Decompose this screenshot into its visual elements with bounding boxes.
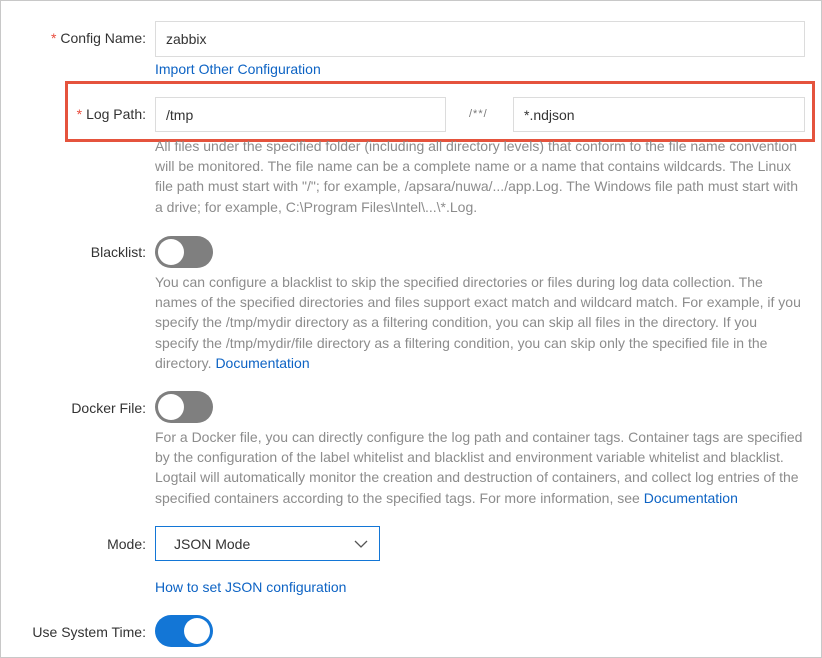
config-name-label: * Config Name: bbox=[51, 30, 146, 46]
log-path-help-text: All files under the specified folder (in… bbox=[155, 138, 799, 215]
blacklist-help-text: You can configure a blacklist to skip th… bbox=[155, 272, 803, 373]
json-configuration-help-link[interactable]: How to set JSON configuration bbox=[155, 579, 346, 595]
log-path-pattern-input[interactable]: *.ndjson bbox=[513, 97, 805, 132]
docker-file-documentation-link[interactable]: Documentation bbox=[644, 490, 738, 506]
toggle-knob bbox=[158, 239, 184, 265]
log-path-folder-value: /tmp bbox=[166, 106, 194, 123]
use-system-time-toggle[interactable] bbox=[155, 615, 213, 647]
log-path-label: * Log Path: bbox=[77, 106, 146, 122]
import-other-configuration-link[interactable]: Import Other Configuration bbox=[155, 61, 321, 77]
log-path-pattern-value: *.ndjson bbox=[524, 106, 575, 123]
chevron-down-icon bbox=[354, 540, 368, 548]
docker-file-label: Docker File: bbox=[71, 400, 146, 416]
log-path-label-text: Log Path: bbox=[86, 106, 146, 122]
log-path-separator: /**/ bbox=[469, 108, 488, 120]
mode-label: Mode: bbox=[107, 536, 146, 552]
toggle-knob bbox=[158, 394, 184, 420]
config-name-label-text: Config Name: bbox=[60, 30, 146, 46]
use-system-time-label: Use System Time: bbox=[32, 624, 146, 640]
mode-selected-value: JSON Mode bbox=[174, 535, 251, 552]
mode-select[interactable]: JSON Mode bbox=[155, 526, 380, 561]
required-mark: * bbox=[76, 106, 83, 122]
required-mark: * bbox=[50, 30, 57, 46]
config-name-value: zabbix bbox=[166, 31, 207, 47]
blacklist-documentation-link[interactable]: Documentation bbox=[215, 355, 309, 371]
toggle-knob bbox=[184, 618, 210, 644]
blacklist-label: Blacklist: bbox=[90, 244, 146, 260]
blacklist-toggle[interactable] bbox=[155, 236, 213, 268]
docker-file-toggle[interactable] bbox=[155, 391, 213, 423]
log-path-folder-input[interactable]: /tmp bbox=[155, 97, 446, 132]
config-name-input[interactable]: zabbix bbox=[155, 21, 805, 57]
docker-file-help-text: For a Docker file, you can directly conf… bbox=[155, 427, 803, 508]
